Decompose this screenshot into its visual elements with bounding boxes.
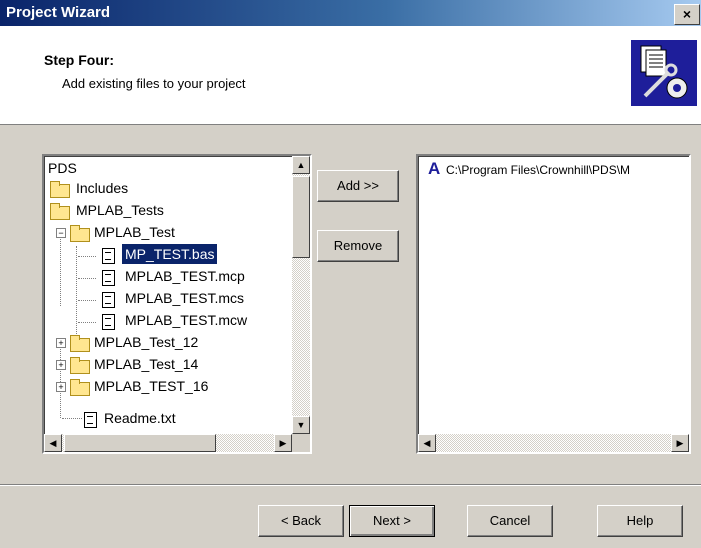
tree-item-mplab-test[interactable]: MPLAB_Test [94, 222, 175, 242]
folder-icon [50, 181, 70, 198]
footer-separator [0, 484, 701, 486]
step-subtitle: Add existing files to your project [62, 76, 246, 91]
tree-connector [78, 300, 96, 301]
tree-connector [60, 344, 61, 418]
tree-connector [62, 418, 82, 419]
expand-icon[interactable]: + [56, 382, 66, 392]
wizard-header: Step Four: Add existing files to your pr… [0, 26, 701, 125]
tree-connector [78, 278, 96, 279]
list-horizontal-scrollbar[interactable]: ◀ ▶ [418, 434, 689, 452]
tree-item-includes[interactable]: Includes [76, 178, 128, 198]
tree-item-mplab-test-12[interactable]: MPLAB_Test_12 [94, 332, 198, 352]
tree-item-readme[interactable]: Readme.txt [104, 408, 176, 428]
wizard-tools-icon [631, 40, 697, 106]
file-icon [84, 412, 97, 428]
tree-item-mplab-test-14[interactable]: MPLAB_Test_14 [94, 354, 198, 374]
tree-connector [76, 246, 77, 336]
title-bar: Project Wizard × [0, 0, 701, 26]
file-icon [102, 270, 115, 286]
scroll-down-icon[interactable]: ▼ [292, 416, 310, 434]
folder-icon [70, 335, 90, 352]
scroll-thumb[interactable] [64, 434, 216, 452]
remove-button[interactable]: Remove [317, 230, 399, 262]
tree-item-mplab-test-mcw[interactable]: MPLAB_TEST.mcw [125, 310, 247, 330]
basic-file-icon: A [428, 159, 441, 178]
file-icon [102, 292, 115, 308]
project-tree[interactable]: PDS Includes MPLAB_Tests − MPLAB_Test MP… [42, 154, 312, 454]
collapse-icon[interactable]: − [56, 228, 66, 238]
tree-item-mplab-test-mcs[interactable]: MPLAB_TEST.mcs [125, 288, 244, 308]
step-title: Step Four: [44, 52, 114, 68]
tree-item-mplab-tests[interactable]: MPLAB_Tests [76, 200, 164, 220]
close-icon: × [682, 6, 692, 22]
window-title: Project Wizard [6, 4, 111, 21]
folder-icon [70, 357, 90, 374]
next-button[interactable]: Next > [349, 505, 435, 537]
scroll-left-icon[interactable]: ◀ [44, 434, 62, 452]
tree-horizontal-scrollbar[interactable]: ◀ ▶ [44, 434, 292, 452]
back-button[interactable]: < Back [258, 505, 344, 537]
scroll-right-icon[interactable]: ▶ [671, 434, 689, 452]
tree-root-label[interactable]: PDS [48, 158, 77, 178]
tree-vertical-scrollbar[interactable]: ▲ ▼ [292, 156, 310, 434]
folder-icon [70, 225, 90, 242]
close-button[interactable]: × [674, 4, 700, 25]
scroll-up-icon[interactable]: ▲ [292, 156, 310, 174]
file-icon [102, 248, 115, 264]
scroll-thumb[interactable] [292, 176, 310, 258]
scroll-right-icon[interactable]: ▶ [274, 434, 292, 452]
tree-connector [78, 256, 96, 257]
tree-item-mp-test-bas[interactable]: MP_TEST.bas [120, 243, 219, 265]
file-list-item[interactable]: C:\Program Files\Crownhill\PDS\M [446, 160, 630, 180]
expand-icon[interactable]: + [56, 338, 66, 348]
add-button[interactable]: Add >> [317, 170, 399, 202]
file-icon [102, 314, 115, 330]
help-button[interactable]: Help [597, 505, 683, 537]
tree-connector [78, 322, 96, 323]
scroll-left-icon[interactable]: ◀ [418, 434, 436, 452]
cancel-button[interactable]: Cancel [467, 505, 553, 537]
tree-item-mplab-test-16[interactable]: MPLAB_TEST_16 [94, 376, 208, 396]
tree-connector [60, 234, 61, 306]
project-file-list[interactable]: A C:\Program Files\Crownhill\PDS\M ◀ ▶ [416, 154, 691, 454]
tree-item-mplab-test-mcp[interactable]: MPLAB_TEST.mcp [125, 266, 245, 286]
scroll-corner [292, 434, 310, 452]
folder-icon [50, 203, 70, 220]
folder-icon [70, 379, 90, 396]
expand-icon[interactable]: + [56, 360, 66, 370]
